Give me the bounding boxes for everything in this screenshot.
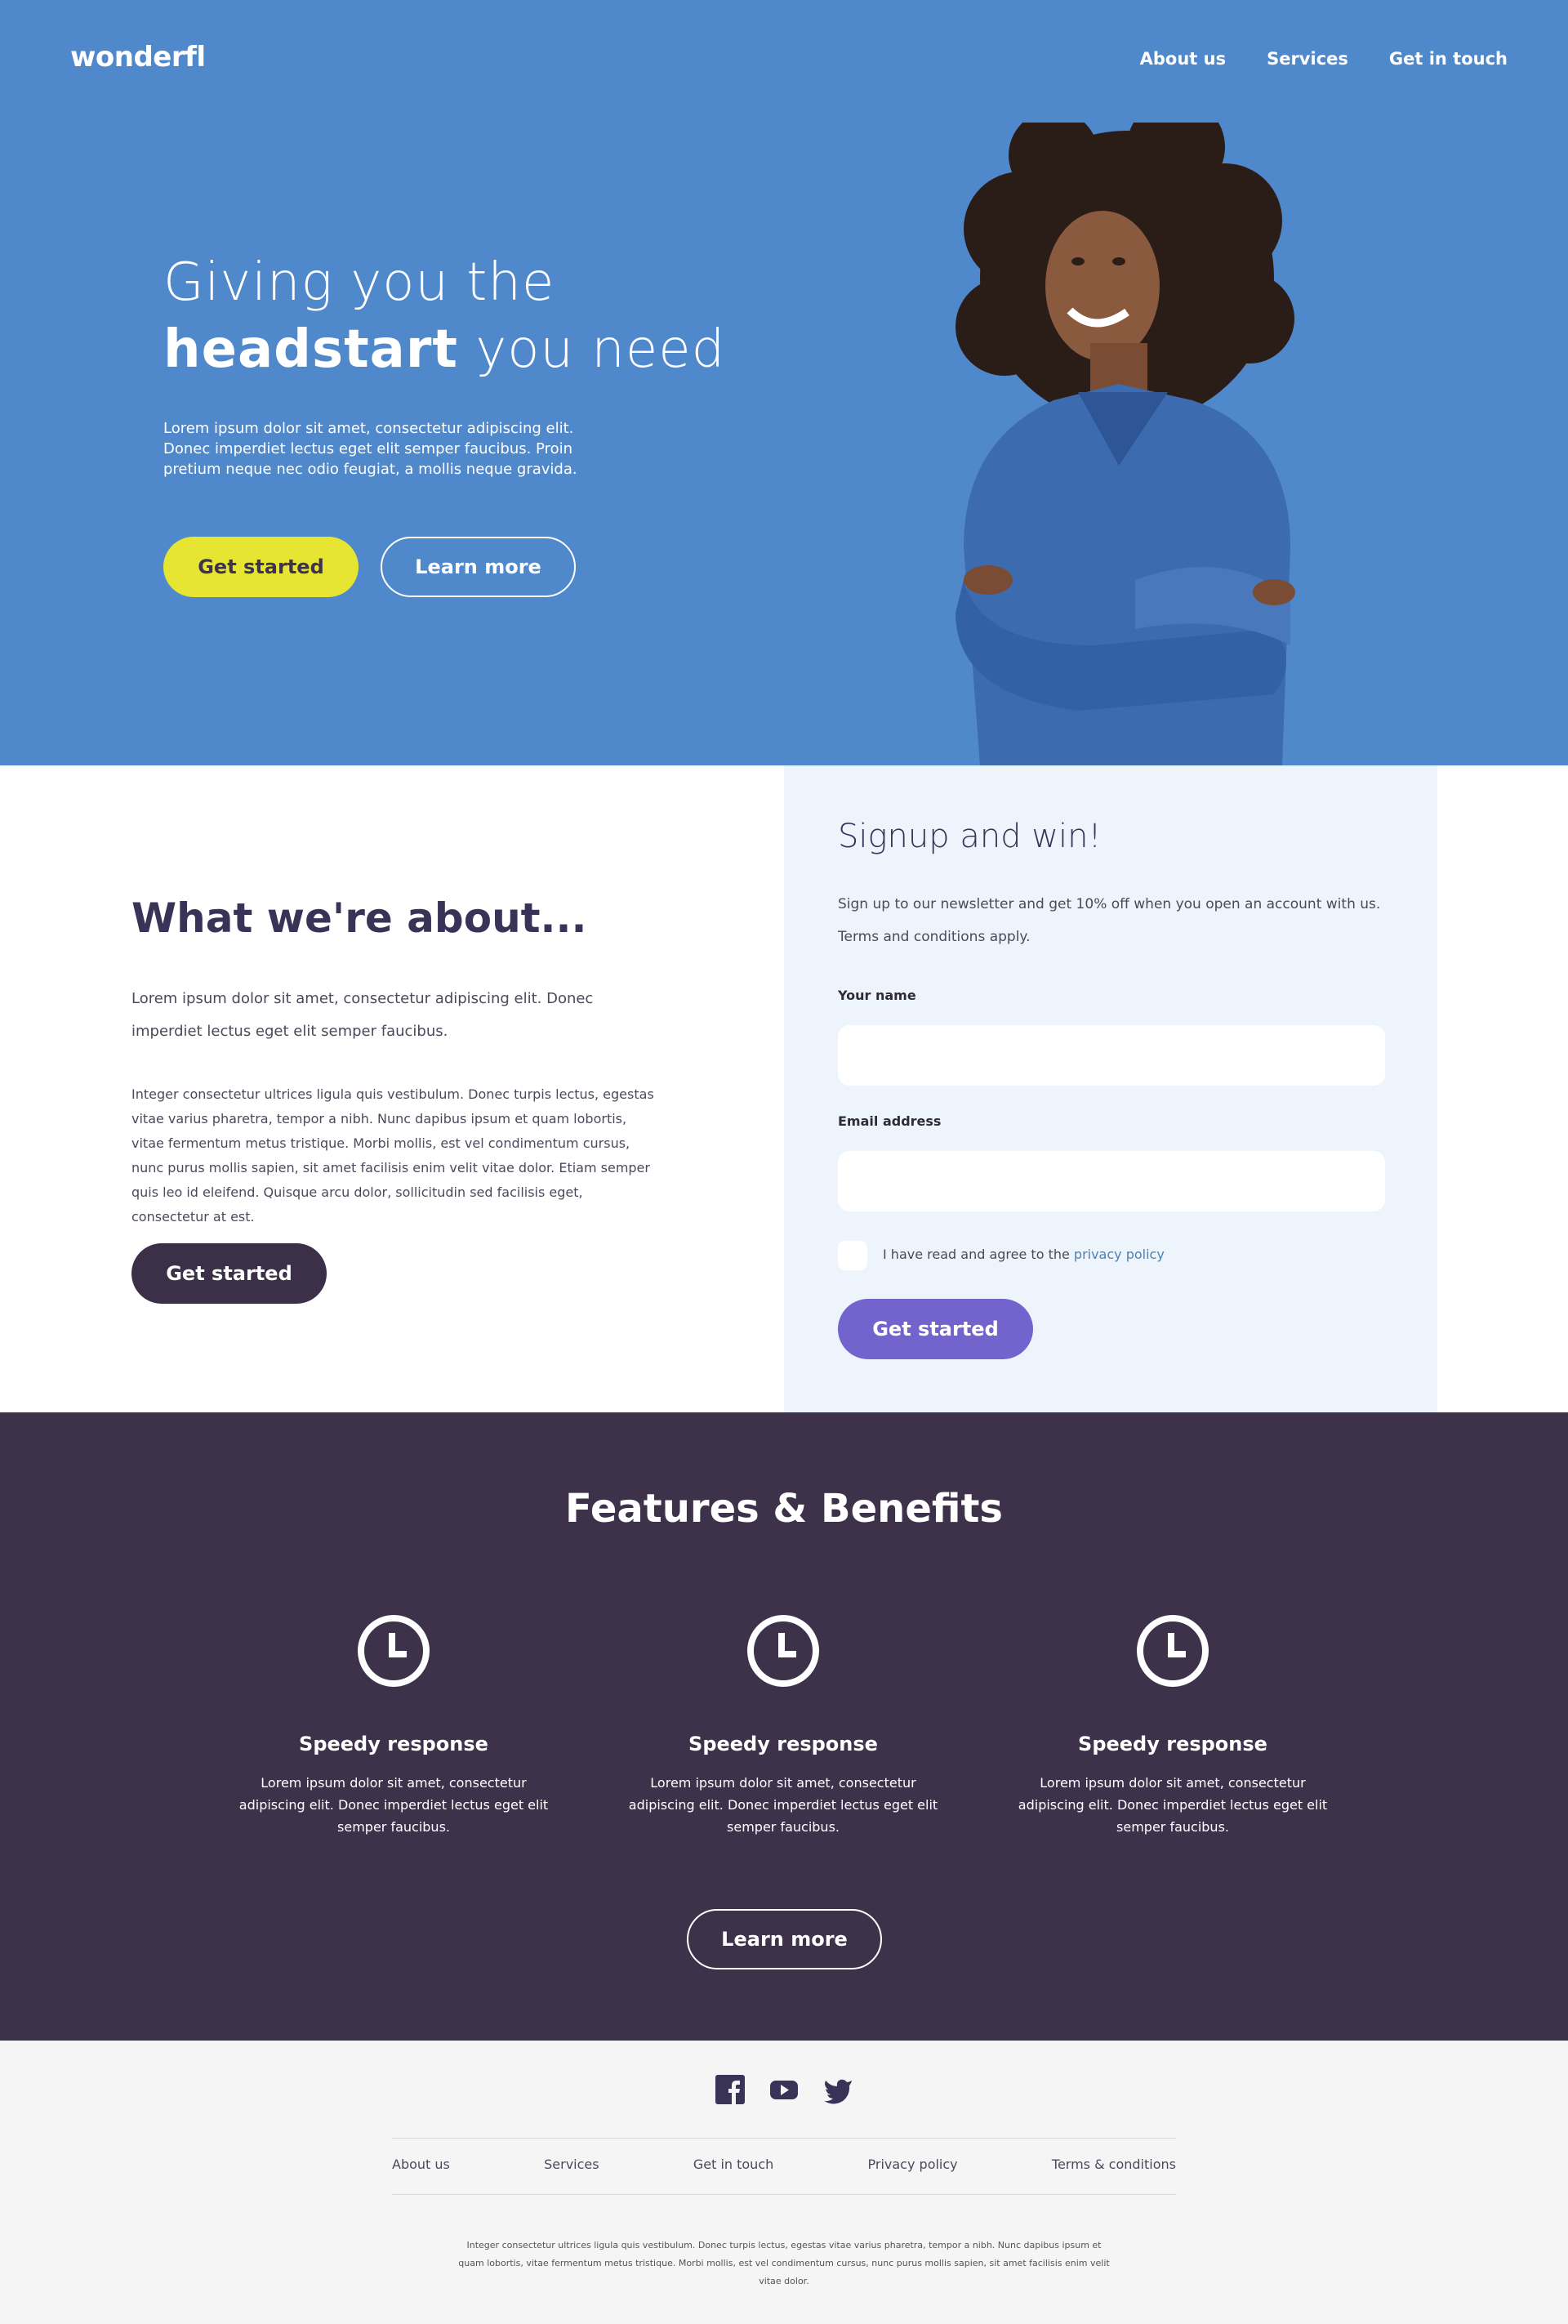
feature-title: Speedy response bbox=[688, 1733, 878, 1755]
hero-learn-more-button[interactable]: Learn more bbox=[381, 537, 576, 597]
about-get-started-button[interactable]: Get started bbox=[131, 1243, 327, 1304]
signup-panel: Signup and win! Sign up to our newslette… bbox=[784, 765, 1437, 1412]
feature-title: Speedy response bbox=[299, 1733, 488, 1755]
signup-get-started-button[interactable]: Get started bbox=[838, 1299, 1033, 1359]
hero-title-line1: Giving you the bbox=[163, 252, 555, 313]
name-input[interactable] bbox=[838, 1025, 1385, 1086]
privacy-policy-link[interactable]: privacy policy bbox=[1074, 1247, 1165, 1262]
nav-about-us[interactable]: About us bbox=[1140, 49, 1226, 69]
feature-item: Speedy response Lorem ipsum dolor sit am… bbox=[1009, 1613, 1336, 1838]
feature-item: Speedy response Lorem ipsum dolor sit am… bbox=[620, 1613, 947, 1838]
footer-link-about-us[interactable]: About us bbox=[392, 2157, 450, 2172]
footer-nav: About us Services Get in touch Privacy p… bbox=[392, 2157, 1176, 2172]
feature-text: Lorem ipsum dolor sit amet, consectetur … bbox=[238, 1775, 549, 1835]
facebook-icon[interactable] bbox=[715, 2075, 745, 2104]
footer-link-privacy-policy[interactable]: Privacy policy bbox=[868, 2157, 958, 2172]
privacy-checkbox-text: I have read and agree to the bbox=[883, 1247, 1074, 1262]
footer-link-get-in-touch[interactable]: Get in touch bbox=[693, 2157, 773, 2172]
nav-services[interactable]: Services bbox=[1267, 49, 1348, 69]
footer-divider-top bbox=[392, 2138, 1176, 2139]
feature-item: Speedy response Lorem ipsum dolor sit am… bbox=[230, 1613, 557, 1838]
hero-title-bold: headstart bbox=[163, 319, 458, 380]
hero-section: wonderfl About us Services Get in touch … bbox=[0, 0, 1568, 765]
signup-text: Sign up to our newsletter and get 10% of… bbox=[838, 896, 1381, 945]
footer: About us Services Get in touch Privacy p… bbox=[0, 2041, 1568, 2324]
hero-portrait-image bbox=[956, 123, 1295, 765]
clock-icon bbox=[747, 1615, 819, 1687]
clock-icon bbox=[1137, 1615, 1209, 1687]
privacy-checkbox-label: I have read and agree to the privacy pol… bbox=[883, 1247, 1165, 1262]
twitter-icon[interactable] bbox=[823, 2075, 853, 2104]
about-paragraph-1: Lorem ipsum dolor sit amet, consectetur … bbox=[131, 990, 594, 1040]
features-title: Features & Benefits bbox=[565, 1486, 1003, 1532]
feature-text: Lorem ipsum dolor sit amet, consectetur … bbox=[1018, 1775, 1328, 1835]
hero-get-started-button[interactable]: Get started bbox=[163, 537, 359, 597]
feature-title: Speedy response bbox=[1078, 1733, 1267, 1755]
features-learn-more-button[interactable]: Learn more bbox=[687, 1909, 882, 1969]
social-links bbox=[0, 2075, 1568, 2104]
footer-divider-bottom bbox=[392, 2194, 1176, 2195]
email-field-label: Email address bbox=[838, 1113, 942, 1129]
hero-title: Giving you the headstart you need bbox=[163, 249, 725, 383]
hero-title-rest: you need bbox=[458, 319, 726, 380]
nav-get-in-touch[interactable]: Get in touch bbox=[1389, 49, 1508, 69]
youtube-icon[interactable] bbox=[769, 2075, 799, 2104]
name-field-label: Your name bbox=[838, 988, 916, 1003]
feature-text: Lorem ipsum dolor sit amet, consectetur … bbox=[628, 1775, 938, 1835]
about-title: What we're about... bbox=[131, 894, 587, 942]
footer-link-terms[interactable]: Terms & conditions bbox=[1052, 2157, 1176, 2172]
hero-text: Lorem ipsum dolor sit amet, consectetur … bbox=[163, 420, 577, 478]
privacy-checkbox[interactable] bbox=[838, 1241, 867, 1270]
features-section: Features & Benefits Speedy response Lore… bbox=[0, 1412, 1568, 2041]
clock-icon bbox=[358, 1615, 430, 1687]
about-paragraph-2: Integer consectetur ultrices ligula quis… bbox=[131, 1086, 654, 1224]
main-nav: About us Services Get in touch bbox=[1140, 49, 1508, 69]
logo[interactable]: wonderfl bbox=[70, 41, 206, 74]
footer-text: Integer consectetur ultrices ligula quis… bbox=[458, 2240, 1110, 2286]
signup-title: Signup and win! bbox=[838, 818, 1102, 855]
footer-link-services[interactable]: Services bbox=[544, 2157, 599, 2172]
email-input[interactable] bbox=[838, 1151, 1385, 1211]
